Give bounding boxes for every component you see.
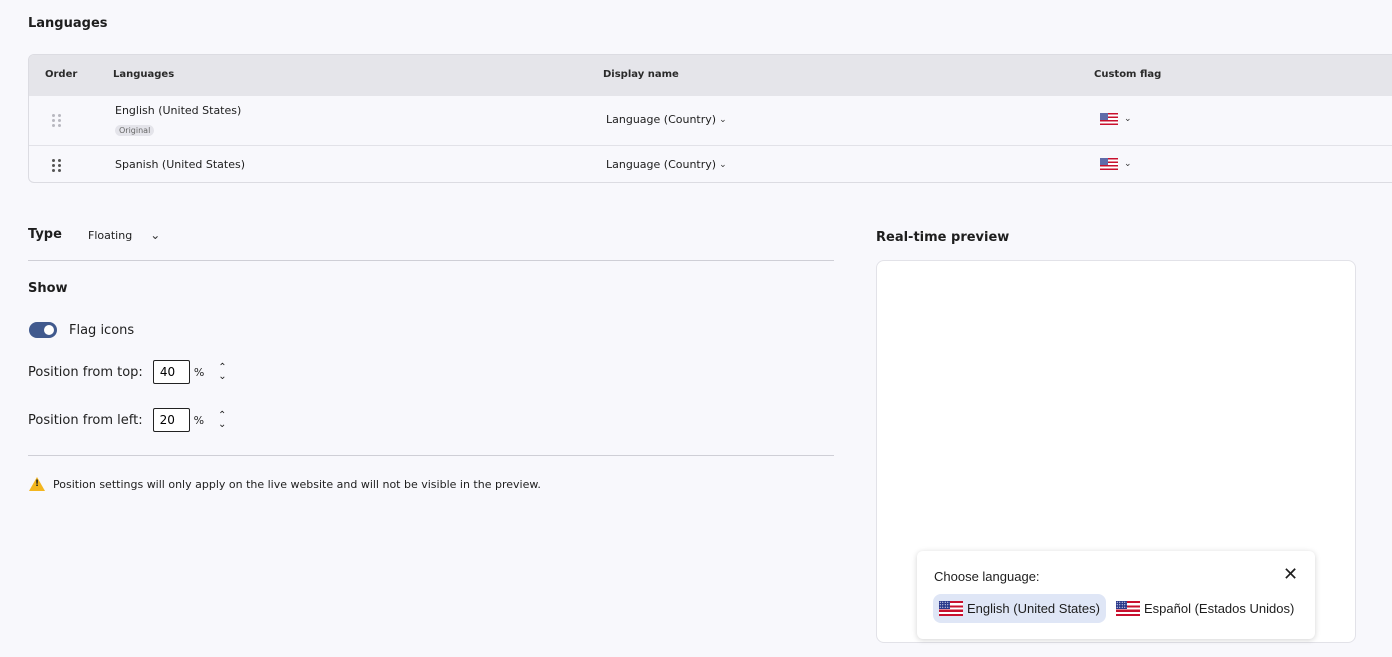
language-switcher-popup: Choose language: ✕ English (United State… [917, 551, 1315, 639]
chevron-down-icon: ⌄ [719, 159, 727, 170]
language-option-spanish[interactable]: Español (Estados Unidos) [1110, 594, 1300, 623]
type-select[interactable]: Floating ⌄ [88, 228, 160, 242]
type-value: Floating [88, 228, 133, 242]
flag-icons-label: Flag icons [69, 323, 135, 338]
us-flag-icon [939, 601, 963, 616]
position-warning: ! Position settings will only apply on t… [29, 477, 541, 491]
drag-handle-icon[interactable] [52, 159, 62, 173]
chevron-down-icon: ⌄ [1124, 114, 1132, 124]
language-name: Spanish (United States) [115, 158, 246, 171]
column-custom-flag: Custom flag [1094, 69, 1162, 80]
position-left-row: Position from left: % ⌃ ⌄ [28, 408, 226, 432]
position-left-stepper[interactable]: ⌃ ⌄ [218, 411, 226, 430]
table-row: Spanish (United States) Language (Countr… [29, 145, 1392, 182]
languages-section-title: Languages [28, 16, 108, 31]
position-top-input[interactable] [152, 360, 190, 384]
language-name: English (United States) [115, 104, 242, 117]
table-header: Order Languages Display name Custom flag [29, 55, 1392, 96]
language-option-english[interactable]: English (United States) [933, 594, 1106, 623]
chevron-down-icon[interactable]: ⌄ [218, 372, 226, 382]
languages-table: Order Languages Display name Custom flag… [28, 54, 1392, 183]
us-flag-icon [1100, 113, 1118, 125]
position-top-stepper[interactable]: ⌃ ⌄ [218, 363, 226, 382]
close-icon[interactable]: ✕ [1283, 565, 1298, 583]
preview-title: Real-time preview [876, 230, 1010, 245]
divider [28, 260, 834, 261]
column-display-name: Display name [603, 69, 679, 80]
custom-flag-select[interactable]: ⌄ [1100, 158, 1132, 170]
column-order: Order [45, 69, 78, 80]
display-name-select[interactable]: Language (Country) ⌄ [606, 113, 727, 126]
language-option-label: Español (Estados Unidos) [1144, 601, 1295, 616]
position-left-input[interactable] [152, 408, 190, 432]
choose-language-label: Choose language: [934, 569, 1040, 584]
position-top-row: Position from top: % ⌃ ⌄ [28, 360, 227, 384]
flag-icons-toggle[interactable] [29, 322, 57, 338]
position-top-label: Position from top: [28, 364, 143, 380]
drag-handle-icon[interactable] [52, 114, 62, 128]
position-left-label: Position from left: [28, 412, 143, 428]
warning-icon: ! [29, 477, 45, 491]
divider [28, 455, 834, 456]
chevron-down-icon: ⌄ [1124, 159, 1132, 169]
language-option-label: English (United States) [967, 601, 1100, 616]
chevron-down-icon[interactable]: ⌄ [218, 420, 226, 430]
warning-text: Position settings will only apply on the… [53, 477, 541, 491]
chevron-down-icon: ⌄ [719, 114, 727, 125]
display-name-value: Language (Country) [606, 113, 717, 126]
show-label: Show [28, 281, 68, 296]
type-label: Type [28, 227, 62, 242]
percent-label: % [193, 365, 205, 379]
display-name-select[interactable]: Language (Country) ⌄ [606, 158, 727, 171]
percent-label: % [193, 413, 205, 427]
us-flag-icon [1116, 601, 1140, 616]
column-languages: Languages [113, 69, 175, 80]
original-badge: Original [115, 125, 155, 136]
us-flag-icon [1100, 158, 1118, 170]
display-name-value: Language (Country) [606, 158, 717, 171]
chevron-down-icon: ⌄ [150, 228, 161, 242]
table-row: English (United States) Original Languag… [29, 96, 1392, 145]
custom-flag-select[interactable]: ⌄ [1100, 113, 1132, 125]
